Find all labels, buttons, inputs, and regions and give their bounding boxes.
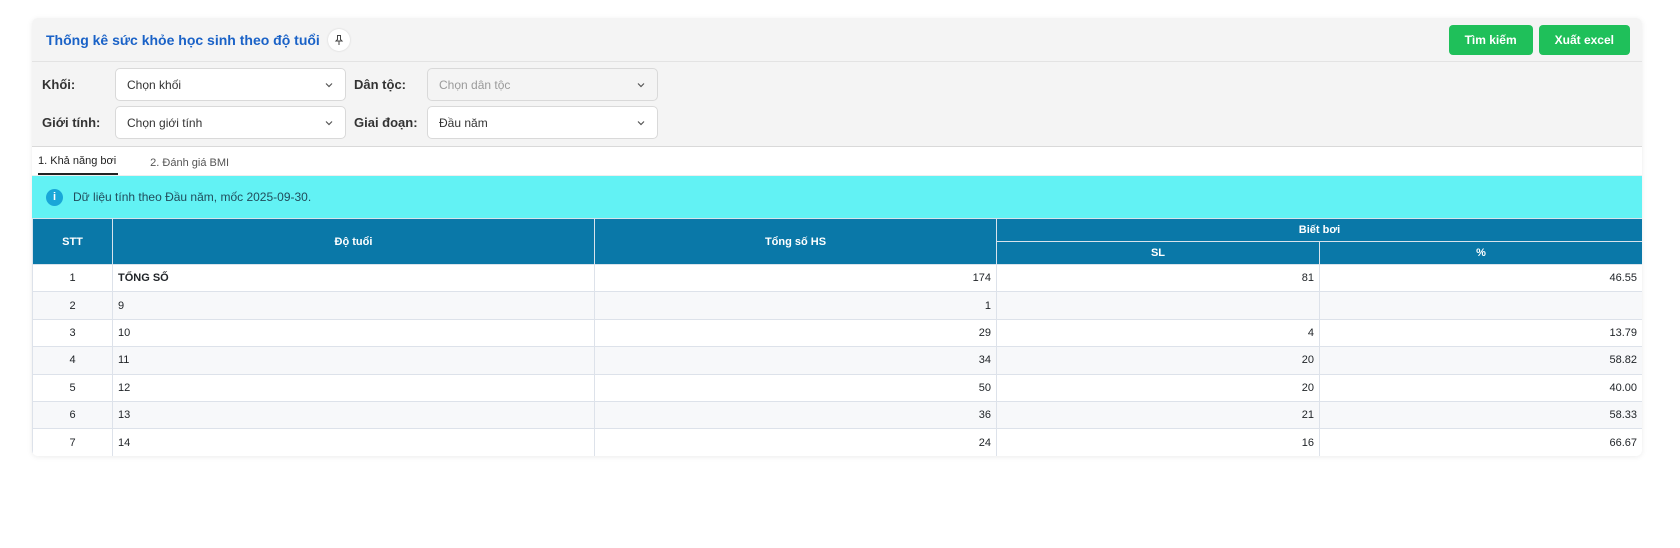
cell-age: 12 xyxy=(112,373,595,402)
filter-row-1: Khối: Chọn khối Dân tộc: Chọn dân tộc xyxy=(42,68,1632,101)
gioitinh-label: Giới tính: xyxy=(42,115,101,130)
cell-sl: 16 xyxy=(996,428,1320,456)
header-sl: SL xyxy=(996,241,1320,265)
cell-stt: 6 xyxy=(32,400,113,430)
cell-pct: 13.79 xyxy=(1319,318,1642,348)
cell-age: 14 xyxy=(112,428,595,456)
table-row: 3 10 29 4 13.79 xyxy=(32,318,1642,348)
cell-sl: 4 xyxy=(996,318,1320,348)
cell-pct: 66.67 xyxy=(1319,428,1642,456)
cell-age: 9 xyxy=(112,291,595,320)
header-pct: % xyxy=(1319,241,1642,265)
cell-pct: 40.00 xyxy=(1319,373,1642,402)
cell-age: 11 xyxy=(112,346,595,375)
cell-total: 36 xyxy=(594,400,997,430)
table-row: 7 14 24 16 66.67 xyxy=(32,428,1642,456)
cell-total: 29 xyxy=(594,318,997,348)
table-row: 1 TỔNG SỐ 174 81 46.55 xyxy=(32,263,1642,293)
khoi-select-value: Chọn khối xyxy=(127,77,182,92)
cell-pct: 58.33 xyxy=(1319,400,1642,430)
cell-pct: 58.82 xyxy=(1319,346,1642,375)
tab-bar: 1. Khả năng bơi 2. Đánh giá BMI xyxy=(32,147,1642,176)
filter-panel: Khối: Chọn khối Dân tộc: Chọn dân tộc Gi… xyxy=(32,62,1642,147)
khoi-label: Khối: xyxy=(42,77,76,92)
cell-sl xyxy=(996,291,1320,320)
info-text: Dữ liệu tính theo Đầu năm, mốc 2025-09-3… xyxy=(73,190,312,204)
gioitinh-select-value: Chọn giới tính xyxy=(127,115,203,130)
giaidoan-select-value: Đầu năm xyxy=(439,115,488,130)
giaidoan-label: Giai đoạn: xyxy=(354,115,418,130)
khoi-select[interactable]: Chọn khối xyxy=(115,68,346,101)
export-excel-button[interactable]: Xuất excel xyxy=(1538,24,1630,55)
cell-stt: 2 xyxy=(32,291,113,320)
header-stt: STT xyxy=(32,218,113,265)
cell-sl: 81 xyxy=(996,263,1320,293)
cell-total: 24 xyxy=(594,428,997,456)
stats-table: STT Độ tuổi Tổng số HS Biết bơi SL % 1 T… xyxy=(32,218,1642,456)
cell-total: 50 xyxy=(594,373,997,402)
cell-age: 13 xyxy=(112,400,595,430)
cell-sl: 21 xyxy=(996,400,1320,430)
dantoc-select-value: Chọn dân tộc xyxy=(439,77,511,92)
cell-total: 174 xyxy=(594,263,997,293)
cell-stt: 7 xyxy=(32,428,113,456)
gioitinh-select[interactable]: Chọn giới tính xyxy=(115,106,346,139)
header-tong-so: Tổng số HS xyxy=(594,218,997,265)
filter-row-2: Giới tính: Chọn giới tính Giai đoạn: Đầu… xyxy=(42,106,1632,139)
chevron-down-icon xyxy=(325,120,333,125)
cell-total: 1 xyxy=(594,291,997,320)
dantoc-label: Dân tộc: xyxy=(354,77,406,92)
giaidoan-select[interactable]: Đầu năm xyxy=(427,106,658,139)
dantoc-select[interactable]: Chọn dân tộc xyxy=(427,68,658,101)
cell-stt: 5 xyxy=(32,373,113,402)
tab-kha-nang-boi[interactable]: 1. Khả năng bơi xyxy=(38,155,119,175)
cell-age: TỔNG SỐ xyxy=(112,263,595,293)
table-row: 5 12 50 20 40.00 xyxy=(32,373,1642,402)
cell-stt: 4 xyxy=(32,346,113,375)
header-biet-boi: Biết bơi xyxy=(996,218,1642,242)
cell-pct xyxy=(1319,291,1642,320)
pin-icon[interactable] xyxy=(327,28,350,51)
cell-stt: 3 xyxy=(32,318,113,348)
cell-stt: 1 xyxy=(32,263,113,293)
cell-total: 34 xyxy=(594,346,997,375)
header-do-tuoi: Độ tuổi xyxy=(112,218,595,265)
stats-card: Thống kê sức khỏe học sinh theo độ tuổi … xyxy=(32,18,1642,456)
title-wrap: Thống kê sức khỏe học sinh theo độ tuổi xyxy=(46,28,350,51)
info-alert: i Dữ liệu tính theo Đầu năm, mốc 2025-09… xyxy=(32,176,1642,218)
search-button[interactable]: Tìm kiếm xyxy=(1448,24,1533,55)
cell-sl: 20 xyxy=(996,373,1320,402)
cell-pct: 46.55 xyxy=(1319,263,1642,293)
chevron-down-icon xyxy=(637,82,645,87)
table-row: 4 11 34 20 58.82 xyxy=(32,346,1642,375)
table-row: 6 13 36 21 58.33 xyxy=(32,400,1642,430)
header-actions: Tìm kiếm Xuất excel xyxy=(1448,24,1630,55)
chevron-down-icon xyxy=(637,120,645,125)
tab-danh-gia-bmi[interactable]: 2. Đánh giá BMI xyxy=(150,157,231,175)
table-row: 2 9 1 xyxy=(32,291,1642,320)
cell-age: 10 xyxy=(112,318,595,348)
page-title: Thống kê sức khỏe học sinh theo độ tuổi xyxy=(46,31,320,48)
card-header: Thống kê sức khỏe học sinh theo độ tuổi … xyxy=(32,18,1642,62)
chevron-down-icon xyxy=(325,82,333,87)
cell-sl: 20 xyxy=(996,346,1320,375)
info-icon: i xyxy=(46,188,63,206)
